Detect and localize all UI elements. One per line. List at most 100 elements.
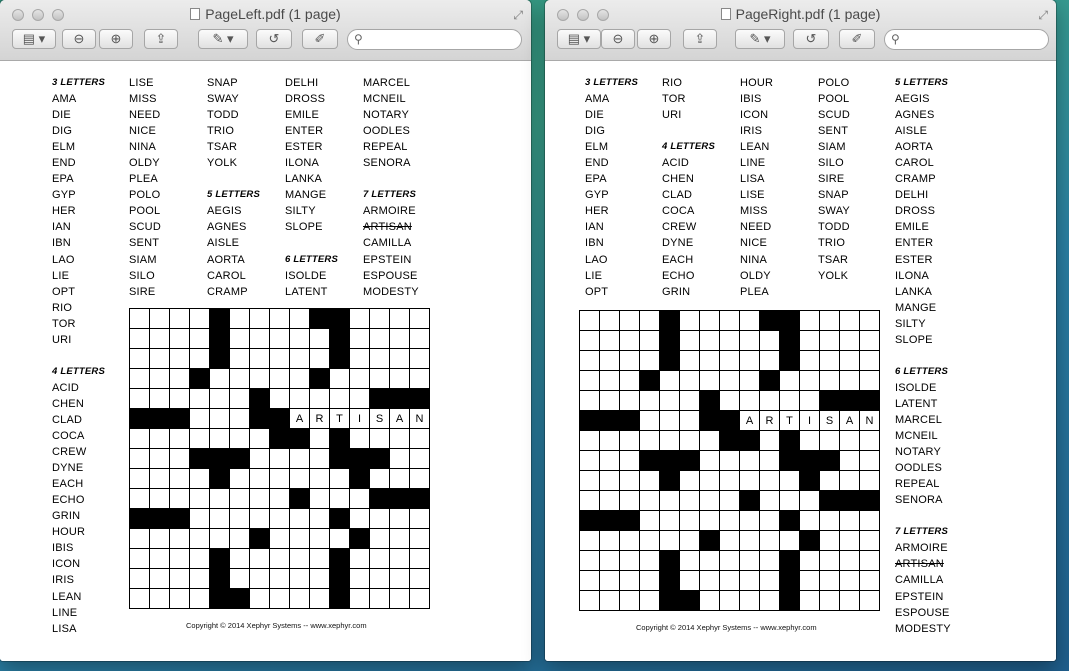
grid-cell[interactable] <box>290 569 309 588</box>
grid-cell[interactable] <box>580 451 599 470</box>
grid-cell[interactable] <box>170 349 189 368</box>
grid-cell[interactable] <box>700 331 719 350</box>
grid-cell[interactable] <box>410 429 429 448</box>
grid-cell[interactable] <box>350 489 369 508</box>
grid-cell[interactable] <box>820 511 839 530</box>
grid-cell[interactable] <box>660 531 679 550</box>
grid-cell[interactable] <box>310 449 329 468</box>
grid-cell[interactable] <box>370 469 389 488</box>
grid-cell[interactable] <box>150 369 169 388</box>
grid-cell[interactable] <box>390 549 409 568</box>
fullscreen-icon[interactable]: ⤢ <box>513 8 523 23</box>
grid-cell[interactable] <box>130 469 149 488</box>
grid-cell[interactable] <box>230 509 249 528</box>
zoom-out-button[interactable]: ⊖ <box>62 29 96 49</box>
grid-cell[interactable] <box>270 529 289 548</box>
grid-cell[interactable] <box>270 569 289 588</box>
grid-cell[interactable] <box>800 371 819 390</box>
grid-cell[interactable] <box>250 589 269 608</box>
grid-cell[interactable] <box>580 351 599 370</box>
grid-cell[interactable] <box>580 571 599 590</box>
grid-cell[interactable] <box>640 331 659 350</box>
grid-cell[interactable]: A <box>840 411 859 430</box>
grid-cell[interactable] <box>620 591 639 610</box>
grid-cell[interactable] <box>150 309 169 328</box>
grid-cell[interactable] <box>370 589 389 608</box>
grid-cell[interactable] <box>230 489 249 508</box>
zoom-out-button[interactable]: ⊖ <box>601 29 635 49</box>
grid-cell[interactable] <box>410 449 429 468</box>
grid-cell[interactable] <box>230 429 249 448</box>
grid-cell[interactable] <box>250 349 269 368</box>
grid-cell[interactable] <box>190 469 209 488</box>
grid-cell[interactable] <box>370 569 389 588</box>
grid-cell[interactable]: N <box>410 409 429 428</box>
grid-cell[interactable] <box>700 371 719 390</box>
grid-cell[interactable] <box>210 529 229 548</box>
grid-cell[interactable] <box>780 531 799 550</box>
grid-cell[interactable] <box>660 411 679 430</box>
grid-cell[interactable] <box>410 589 429 608</box>
grid-cell[interactable] <box>580 331 599 350</box>
grid-cell[interactable] <box>310 329 329 348</box>
grid-cell[interactable] <box>720 531 739 550</box>
grid-cell[interactable] <box>620 551 639 570</box>
grid-cell[interactable] <box>150 589 169 608</box>
grid-cell[interactable] <box>190 509 209 528</box>
grid-cell[interactable] <box>720 451 739 470</box>
grid-cell[interactable] <box>290 349 309 368</box>
grid-cell[interactable] <box>190 409 209 428</box>
grid-cell[interactable] <box>680 311 699 330</box>
grid-cell[interactable] <box>170 309 189 328</box>
grid-cell[interactable] <box>640 351 659 370</box>
grid-cell[interactable] <box>820 351 839 370</box>
grid-cell[interactable] <box>620 491 639 510</box>
grid-cell[interactable] <box>600 591 619 610</box>
grid-cell[interactable] <box>390 429 409 448</box>
grid-cell[interactable] <box>820 311 839 330</box>
grid-cell[interactable] <box>740 371 759 390</box>
grid-cell[interactable] <box>740 471 759 490</box>
grid-cell[interactable] <box>720 471 739 490</box>
grid-cell[interactable] <box>190 429 209 448</box>
grid-cell[interactable] <box>290 469 309 488</box>
grid-cell[interactable] <box>350 309 369 328</box>
grid-cell[interactable] <box>720 331 739 350</box>
grid-cell[interactable] <box>760 531 779 550</box>
grid-cell[interactable] <box>760 491 779 510</box>
grid-cell[interactable] <box>800 331 819 350</box>
grid-cell[interactable] <box>150 469 169 488</box>
grid-cell[interactable] <box>150 449 169 468</box>
grid-cell[interactable] <box>390 589 409 608</box>
grid-cell[interactable] <box>620 331 639 350</box>
crossword-grid[interactable]: ARTISAN <box>579 310 880 611</box>
grid-cell[interactable] <box>720 371 739 390</box>
grid-cell[interactable] <box>860 591 879 610</box>
grid-cell[interactable] <box>410 329 429 348</box>
grid-cell[interactable] <box>270 589 289 608</box>
grid-cell[interactable] <box>720 591 739 610</box>
grid-cell[interactable] <box>760 391 779 410</box>
grid-cell[interactable] <box>230 309 249 328</box>
grid-cell[interactable] <box>270 549 289 568</box>
grid-cell[interactable] <box>250 469 269 488</box>
grid-cell[interactable] <box>230 409 249 428</box>
grid-cell[interactable] <box>130 449 149 468</box>
grid-cell[interactable] <box>390 529 409 548</box>
grid-cell[interactable] <box>600 531 619 550</box>
grid-cell[interactable] <box>250 429 269 448</box>
grid-cell[interactable] <box>640 511 659 530</box>
grid-cell[interactable] <box>640 591 659 610</box>
grid-cell[interactable] <box>640 411 659 430</box>
grid-cell[interactable] <box>270 349 289 368</box>
grid-cell[interactable] <box>150 489 169 508</box>
grid-cell[interactable] <box>700 431 719 450</box>
grid-cell[interactable] <box>800 591 819 610</box>
grid-cell[interactable] <box>330 369 349 388</box>
grid-cell[interactable]: T <box>330 409 349 428</box>
annotate-button[interactable]: ✎ ▾ <box>198 29 248 49</box>
grid-cell[interactable] <box>130 389 149 408</box>
grid-cell[interactable]: N <box>860 411 879 430</box>
grid-cell[interactable] <box>740 391 759 410</box>
grid-cell[interactable] <box>840 431 859 450</box>
